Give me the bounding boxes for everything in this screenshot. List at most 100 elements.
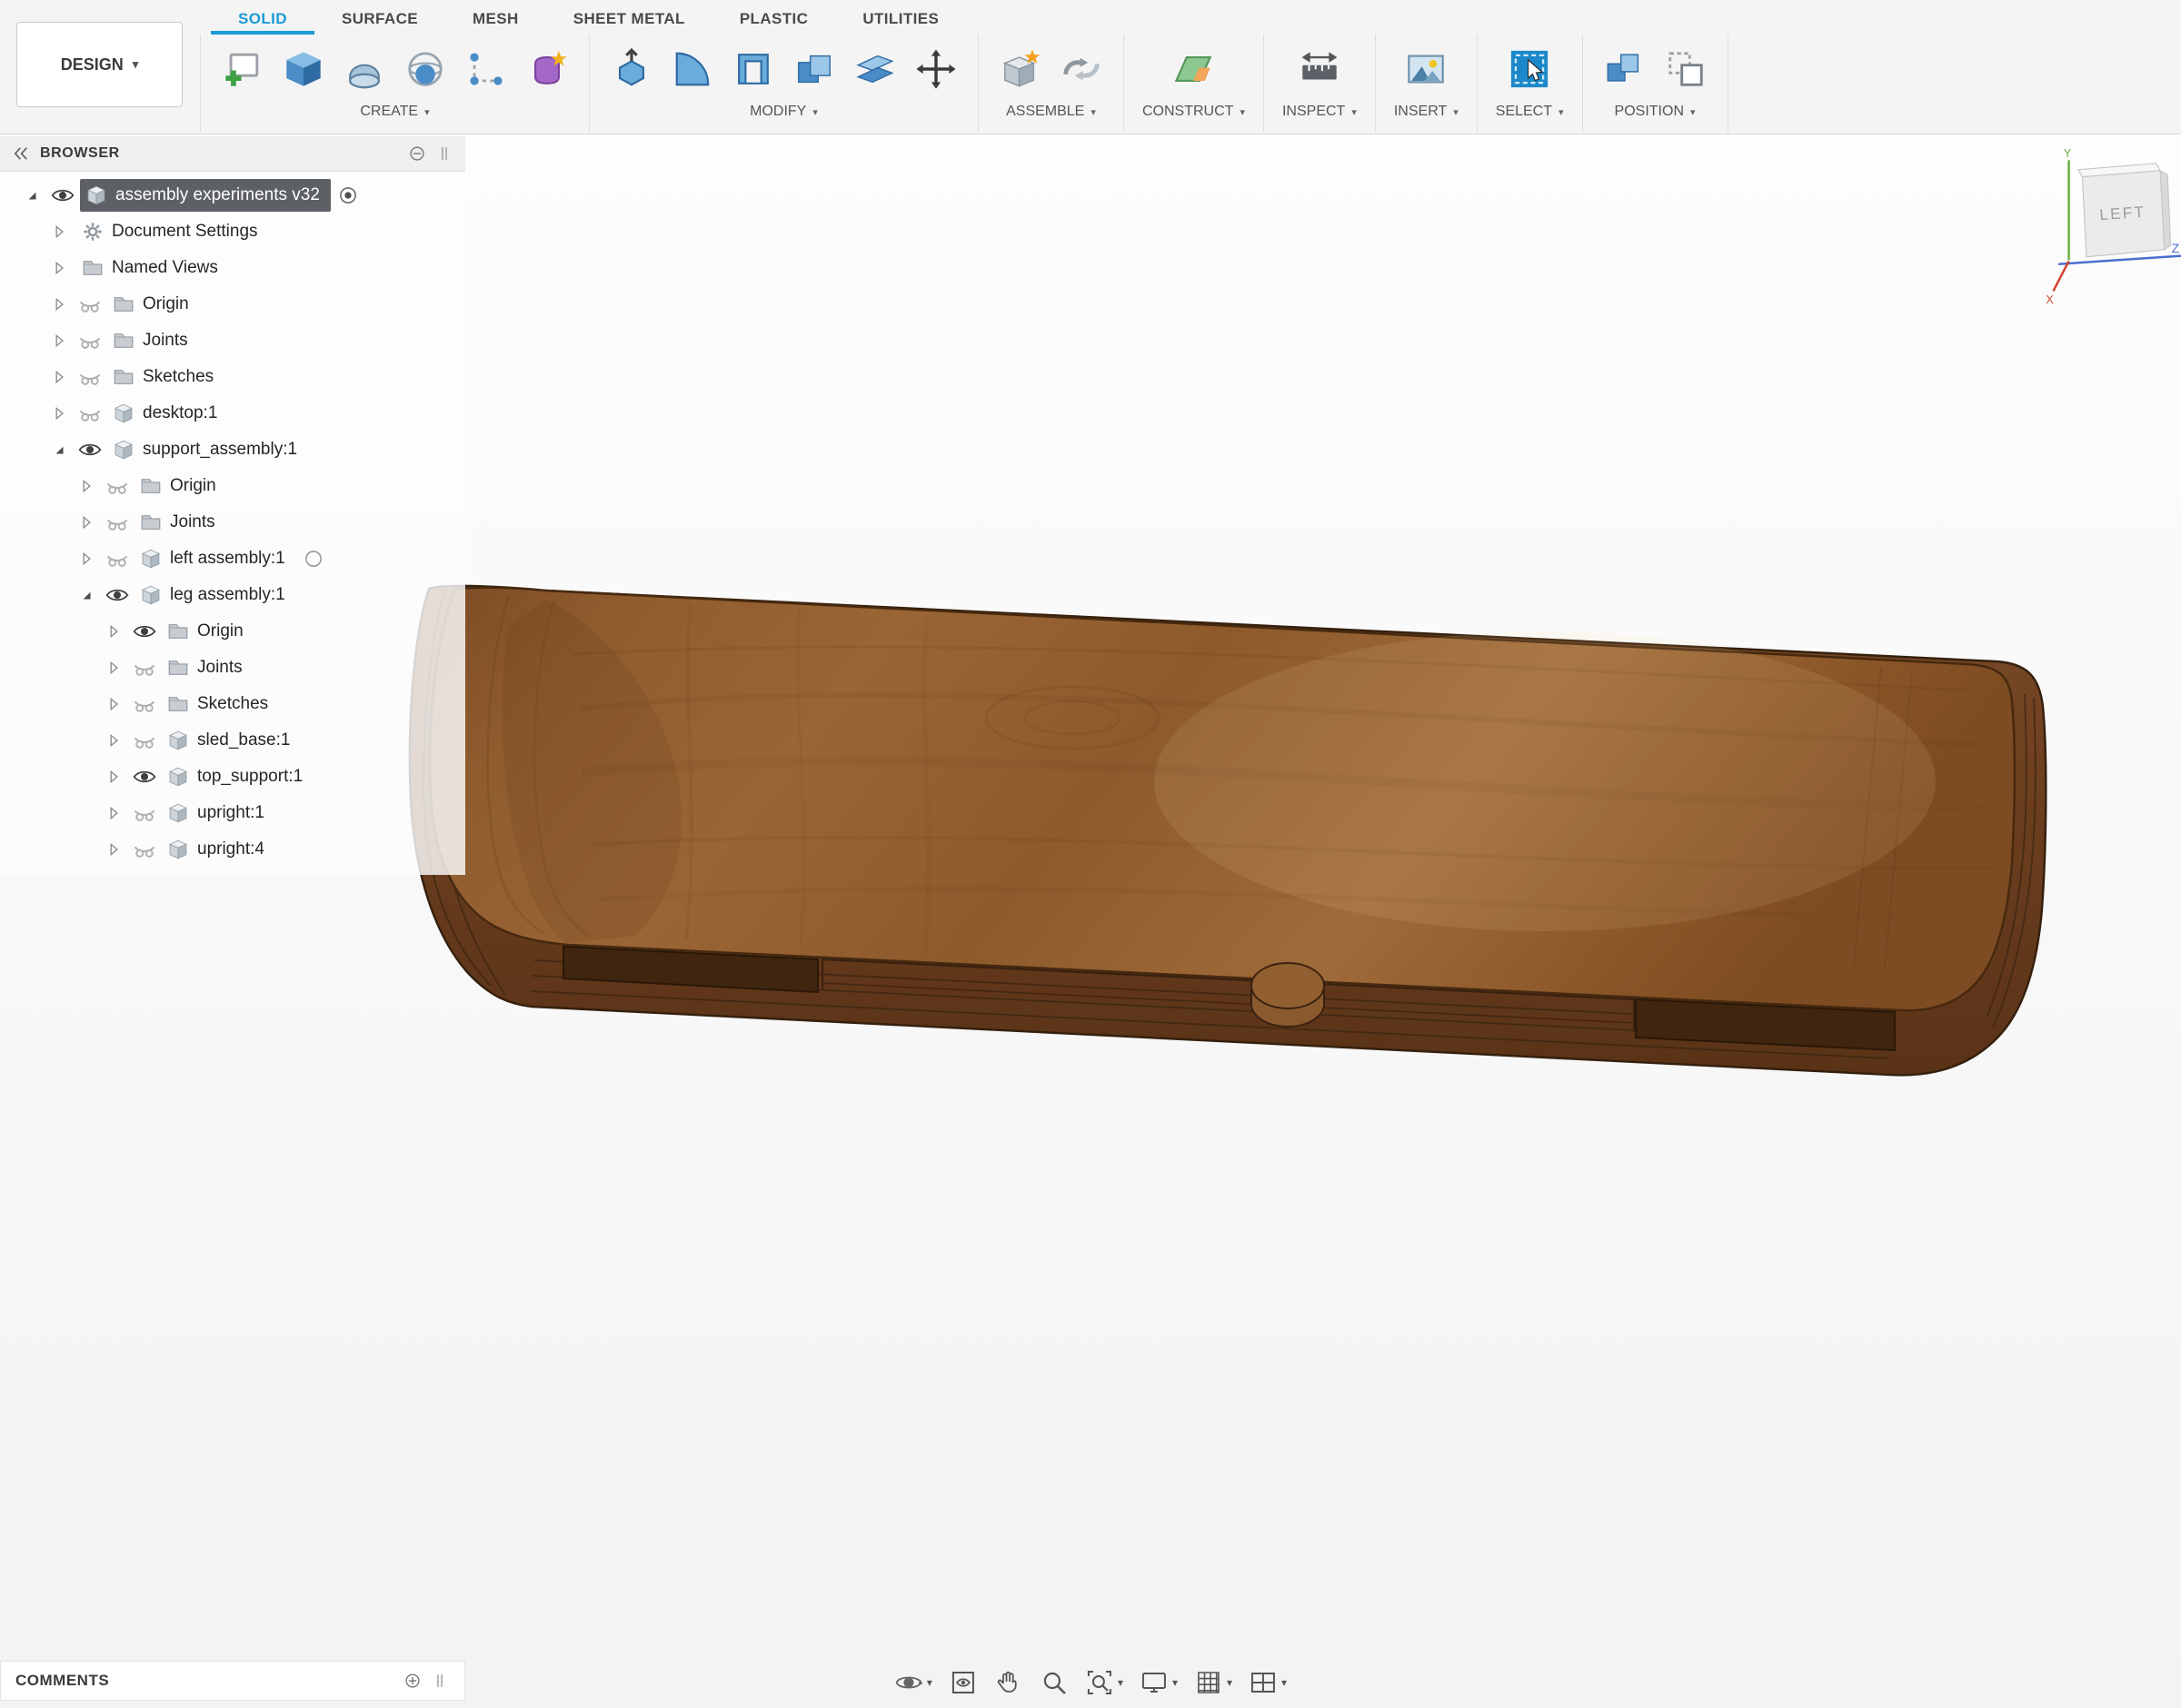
tree-item-body[interactable]: Joints [134, 506, 226, 539]
tree-row-joints[interactable]: Joints [0, 504, 465, 541]
expander-collapsed-icon[interactable] [45, 218, 73, 245]
tree-row-named-views[interactable]: Named Views [0, 250, 465, 286]
visibility-hidden-icon[interactable] [131, 654, 158, 681]
visibility-hidden-icon[interactable] [104, 545, 131, 572]
tab-solid[interactable]: SOLID [211, 2, 314, 35]
expander-collapsed-icon[interactable] [100, 690, 127, 718]
visibility-hidden-icon[interactable] [131, 727, 158, 754]
expander-expanded-icon[interactable] [73, 581, 100, 609]
design-menu-button[interactable]: DESIGN ▾ [16, 22, 183, 107]
expander-collapsed-icon[interactable] [45, 254, 73, 282]
visibility-hidden-icon[interactable] [104, 509, 131, 536]
expander-collapsed-icon[interactable] [45, 400, 73, 427]
orbit-icon[interactable]: ▾ [894, 1668, 932, 1697]
tree-item-body[interactable]: Origin [162, 615, 254, 648]
grid-settings-icon[interactable]: ▾ [1194, 1668, 1232, 1697]
visibility-eye-icon[interactable] [131, 763, 158, 790]
activate-component-radio[interactable] [300, 545, 327, 572]
offset-face-icon[interactable] [851, 45, 899, 93]
create-sketch-icon[interactable] [219, 45, 266, 93]
expander-expanded-icon[interactable] [18, 182, 45, 209]
tree-row-leg-assembly-1[interactable]: leg assembly:1 [0, 577, 465, 613]
cylinder-primitive-icon[interactable] [341, 45, 388, 93]
pattern-icon[interactable] [463, 45, 510, 93]
tree-row-joints[interactable]: Joints [0, 650, 465, 686]
tab-sheet-metal[interactable]: SHEET METAL [546, 2, 712, 35]
new-component-icon[interactable] [997, 45, 1044, 93]
tree-item-body[interactable]: sled_base:1 [162, 724, 301, 757]
toolbar-group-label-assemble[interactable]: ASSEMBLE▾ [1006, 102, 1096, 120]
panel-grip-icon[interactable] [430, 1671, 450, 1691]
tree-row-upright-4[interactable]: upright:4 [0, 831, 465, 868]
create-form-icon[interactable] [523, 45, 571, 93]
visibility-hidden-icon[interactable] [131, 799, 158, 827]
tree-row-left-assembly-1[interactable]: left assembly:1 [0, 541, 465, 577]
expander-collapsed-icon[interactable] [73, 545, 100, 572]
visibility-eye-icon[interactable] [131, 618, 158, 645]
tree-item-body[interactable]: upright:4 [162, 833, 275, 866]
tree-row-joints[interactable]: Joints [0, 323, 465, 359]
tree-item-body[interactable]: Sketches [107, 361, 224, 393]
tree-item-body[interactable]: Named Views [76, 252, 229, 284]
tree-item-body[interactable]: Origin [107, 288, 200, 321]
expander-collapsed-icon[interactable] [73, 472, 100, 500]
tab-surface[interactable]: SURFACE [314, 2, 445, 35]
visibility-hidden-icon[interactable] [76, 400, 104, 427]
expander-collapsed-icon[interactable] [100, 727, 127, 754]
tree-item-body[interactable]: Joints [162, 651, 254, 684]
toolbar-group-label-position[interactable]: POSITION▾ [1615, 102, 1696, 120]
tree-row-upright-1[interactable]: upright:1 [0, 795, 465, 831]
joint-icon[interactable] [1058, 45, 1105, 93]
visibility-hidden-icon[interactable] [104, 472, 131, 500]
expander-collapsed-icon[interactable] [45, 363, 73, 391]
tab-plastic[interactable]: PLASTIC [712, 2, 836, 35]
display-settings-icon[interactable]: ▾ [1140, 1668, 1178, 1697]
tree-item-body[interactable]: Sketches [162, 688, 279, 720]
tree-row-top-support-1[interactable]: top_support:1 [0, 759, 465, 795]
shell-icon[interactable] [730, 45, 777, 93]
measure-icon[interactable] [1296, 45, 1343, 93]
zoom-icon[interactable] [1040, 1668, 1069, 1697]
tab-utilities[interactable]: UTILITIES [835, 2, 966, 35]
collapse-panel-icon[interactable] [11, 144, 31, 164]
move-copy-icon[interactable] [912, 45, 960, 93]
tree-item-body[interactable]: assembly experiments v32 [80, 179, 331, 212]
fit-icon[interactable]: ▾ [1085, 1668, 1123, 1697]
tree-row-origin[interactable]: Origin [0, 613, 465, 650]
tree-item-body[interactable]: upright:1 [162, 797, 275, 829]
look-at-icon[interactable] [949, 1668, 978, 1697]
sphere-primitive-icon[interactable] [402, 45, 449, 93]
activate-component-radio[interactable] [334, 182, 362, 209]
tree-row-sled-base-1[interactable]: sled_base:1 [0, 722, 465, 759]
tree-item-body[interactable]: leg assembly:1 [134, 579, 296, 611]
combine-icon[interactable] [791, 45, 838, 93]
expander-collapsed-icon[interactable] [100, 799, 127, 827]
tree-row-assembly-experiments-v32[interactable]: assembly experiments v32 [0, 177, 465, 214]
tree-item-body[interactable]: Joints [107, 324, 199, 357]
tree-row-sketches[interactable]: Sketches [0, 359, 465, 395]
fillet-icon[interactable] [669, 45, 716, 93]
tree-item-body[interactable]: top_support:1 [162, 760, 314, 793]
toolbar-group-label-create[interactable]: CREATE▾ [360, 102, 429, 120]
insert-image-icon[interactable] [1402, 45, 1449, 93]
viewports-icon[interactable]: ▾ [1249, 1668, 1287, 1697]
tree-item-body[interactable]: desktop:1 [107, 397, 228, 430]
expander-collapsed-icon[interactable] [45, 291, 73, 318]
visibility-hidden-icon[interactable] [76, 291, 104, 318]
comments-bar[interactable]: COMMENTS [0, 1661, 465, 1701]
visibility-hidden-icon[interactable] [76, 363, 104, 391]
pan-icon[interactable] [994, 1668, 1023, 1697]
toolbar-group-label-construct[interactable]: CONSTRUCT▾ [1142, 102, 1245, 120]
revert-position-icon[interactable] [1662, 45, 1709, 93]
tree-item-body[interactable]: Document Settings [76, 215, 269, 248]
tab-mesh[interactable]: MESH [445, 2, 546, 35]
expander-collapsed-icon[interactable] [100, 763, 127, 790]
tree-row-support-assembly-1[interactable]: support_assembly:1 [0, 432, 465, 468]
expander-collapsed-icon[interactable] [73, 509, 100, 536]
toolbar-group-label-modify[interactable]: MODIFY▾ [750, 102, 818, 120]
expander-expanded-icon[interactable] [45, 436, 73, 463]
tree-item-body[interactable]: left assembly:1 [134, 542, 296, 575]
panel-options-icon[interactable] [407, 144, 427, 164]
tree-item-body[interactable]: support_assembly:1 [107, 433, 308, 466]
expander-collapsed-icon[interactable] [100, 618, 127, 645]
